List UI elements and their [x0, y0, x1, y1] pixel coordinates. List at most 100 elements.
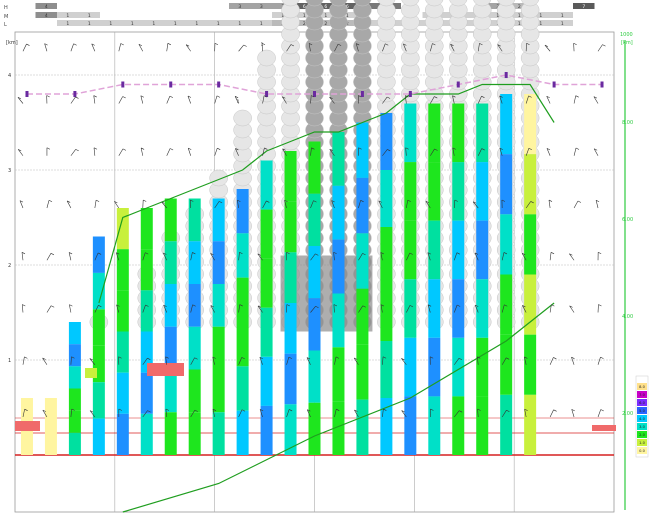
bar-segment: [380, 227, 393, 284]
bar-segment: [236, 322, 249, 367]
wind-barb-flag: [50, 253, 55, 256]
wind-barb-flag: [169, 95, 174, 98]
bar-segment: [92, 382, 105, 419]
bar-segment: [332, 293, 345, 348]
bar-columns: [15, 94, 616, 455]
bar-segment: [236, 277, 249, 322]
bar-segment: [476, 220, 489, 280]
bar-segment: [20, 445, 33, 455]
bar-segment: [356, 288, 369, 345]
bar-segment: [524, 394, 537, 455]
bar-segment: [356, 233, 369, 289]
red-marker: [592, 425, 616, 431]
legend-label: 0.0: [639, 449, 645, 453]
bar-segment: [236, 410, 249, 455]
wind-barb-flag: [95, 199, 100, 202]
legend-label: 7.0: [639, 393, 645, 397]
bar-segment: [524, 154, 537, 215]
bar-segment: [476, 337, 489, 397]
wind-barb-flag: [214, 42, 219, 46]
ceiling-cell-value: 1: [109, 21, 112, 27]
bar-segment: [140, 372, 153, 414]
meteogram-chart: H433366655327M41111111111111L11111111112…: [4, 0, 649, 513]
wind-barb-flag: [48, 200, 53, 203]
bar-segment: [284, 201, 297, 253]
wind-barb-flag: [143, 199, 147, 202]
bar-segment: [164, 198, 177, 242]
marker-lime: [85, 368, 97, 378]
ceiling-cell-value: 1: [303, 13, 306, 19]
bar-segment: [164, 412, 177, 455]
wind-barb-flag: [75, 96, 79, 99]
left-tick-label: 1: [8, 358, 11, 364]
right-axis-label: [km]: [621, 40, 633, 46]
bar-segment: [332, 132, 345, 186]
wind-barb-flag: [575, 95, 579, 98]
wind-barb-flag: [550, 252, 555, 255]
bar-segment: [68, 322, 81, 345]
ceiling-row-label: L: [4, 22, 7, 28]
wind-barb: [573, 147, 577, 156]
ceiling-cell-value: 1: [324, 13, 327, 19]
bar-segment: [212, 198, 225, 242]
wind-barb: [68, 252, 72, 261]
bar-segment: [236, 366, 249, 411]
ceiling-cell-value: 7: [582, 4, 585, 10]
ceiling-cell-value: 1: [152, 21, 155, 27]
bar-segment: [20, 407, 33, 417]
wind-barb-flag: [22, 304, 26, 307]
wind-barb: [69, 304, 72, 313]
left-axis-label: [km]: [6, 40, 18, 46]
wind-barb: [93, 95, 96, 104]
wind-barb: [166, 148, 171, 156]
bar-segment: [20, 398, 33, 408]
wind-barb: [597, 409, 602, 418]
wind-barb: [544, 44, 551, 52]
freezing-marker: [121, 81, 125, 88]
ceiling-cell-value: 1: [518, 13, 521, 19]
wind-barb: [140, 147, 144, 156]
wind-barb-flag: [122, 148, 127, 151]
ceiling-cell-value: 1: [174, 21, 177, 27]
ceiling-cell-value: 1: [561, 21, 564, 27]
bar-segment: [260, 307, 273, 357]
bar-segment: [380, 398, 393, 455]
wind-barb: [22, 356, 25, 365]
wind-barb: [166, 96, 171, 104]
ceiling-cell-value: 1: [539, 13, 542, 19]
ceiling-cell-value: 1: [238, 21, 241, 27]
bar-segment: [308, 402, 321, 455]
bar-segment: [308, 193, 321, 246]
bar-segment: [188, 284, 201, 327]
bar-segment: [188, 412, 201, 455]
bar-segment: [212, 241, 225, 284]
ceiling-cell-value: 2: [518, 4, 521, 10]
wind-barb: [595, 200, 599, 209]
freezing-marker: [73, 91, 77, 97]
bar-segment: [404, 396, 417, 455]
bar-segment: [308, 350, 321, 403]
cloud-puff: [257, 49, 276, 67]
wind-barb-flag: [600, 356, 604, 359]
wind-barb-flag: [75, 149, 79, 152]
wind-barb: [214, 148, 218, 156]
ceiling-cell-value: 1: [539, 21, 542, 27]
bar-segment: [116, 413, 129, 455]
bar-segment: [404, 220, 417, 280]
wind-barb-flag: [46, 95, 50, 98]
legend-label: 6.0: [639, 401, 645, 405]
bar-segment: [68, 388, 81, 411]
legend-label: 3.0: [639, 425, 645, 429]
wind-barb-flag: [120, 43, 124, 46]
wind-barb: [46, 253, 52, 261]
bar-segment: [380, 113, 393, 170]
bar-segment: [20, 436, 33, 446]
bar-segment: [44, 398, 57, 408]
bar-segment: [404, 279, 417, 338]
bar-segment: [428, 103, 441, 163]
wind-barb: [238, 44, 244, 52]
freezing-marker: [552, 81, 556, 88]
ceiling-row-label: M: [4, 14, 8, 20]
wind-barb-flag: [24, 356, 28, 359]
bar-segment: [308, 246, 321, 299]
